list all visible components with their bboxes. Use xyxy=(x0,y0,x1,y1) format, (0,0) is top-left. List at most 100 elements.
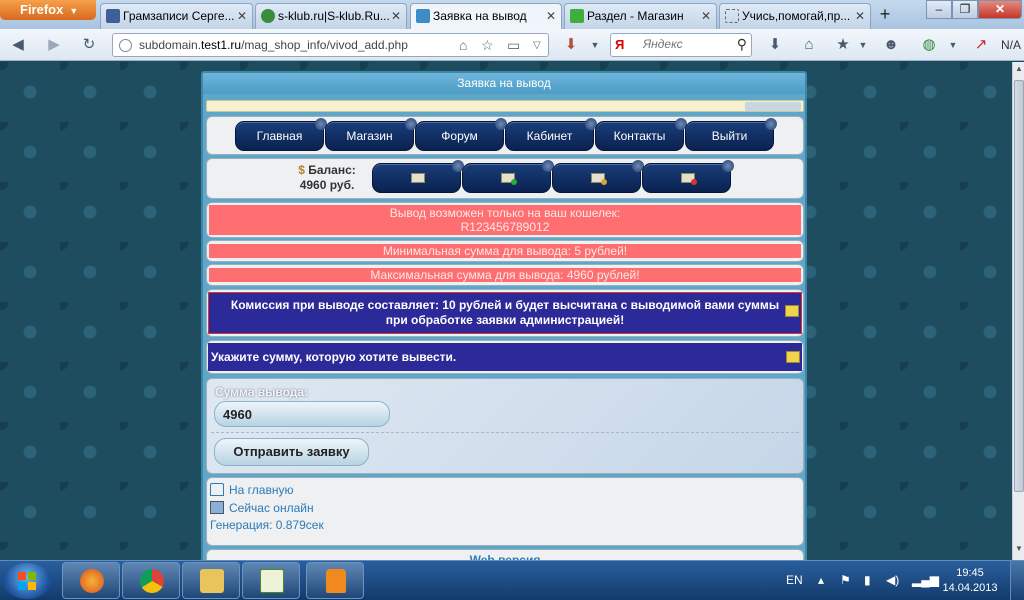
house-icon xyxy=(210,483,224,496)
addon-mask-icon[interactable]: ☻ xyxy=(880,35,902,55)
balance-value: 4960 руб. xyxy=(299,178,355,192)
home-icon[interactable]: ⌂ xyxy=(798,35,820,55)
back-button[interactable]: ◀ xyxy=(7,35,29,55)
nav-logout-button[interactable]: Выйти xyxy=(685,118,777,151)
home-link-text: На главную xyxy=(229,483,294,497)
note-icon xyxy=(786,351,800,363)
submit-request-button[interactable]: Отправить заявку xyxy=(214,438,369,466)
search-icon[interactable]: ⚲ xyxy=(737,36,747,53)
chevron-down-icon[interactable]: ▼ xyxy=(852,35,874,55)
dropdown-arrow-icon[interactable]: ▽ xyxy=(533,40,541,51)
forward-button[interactable]: ▶ xyxy=(43,35,65,55)
screen-icon[interactable]: ▭ xyxy=(507,37,520,54)
taskbar-editor[interactable] xyxy=(242,562,300,599)
download-blocker-icon[interactable]: ⬇ xyxy=(560,35,582,55)
bookmarks-icon[interactable]: ★ xyxy=(832,35,854,55)
globe-icon xyxy=(261,9,275,23)
page-icon xyxy=(106,9,120,23)
downloads-icon[interactable]: ⬇ xyxy=(764,35,786,55)
wallet-number: R123456789012 xyxy=(460,220,550,234)
start-button[interactable] xyxy=(3,563,51,599)
stats-icon[interactable]: ↗ xyxy=(970,35,992,55)
wallet-history-button[interactable] xyxy=(552,160,644,193)
ticker-button[interactable] xyxy=(745,102,801,111)
chevron-down-icon[interactable]: ▼ xyxy=(584,35,606,55)
new-tab-button[interactable]: + xyxy=(873,4,897,26)
tab-title: Заявка на вывод xyxy=(433,9,527,23)
toolbar-status-text: N/A xyxy=(1001,38,1022,52)
tab-razdel-magazin[interactable]: Раздел - Магазин ✕ xyxy=(564,3,717,29)
volume-icon[interactable]: ◀) xyxy=(886,573,899,587)
firefox-menu-label: Firefox xyxy=(20,2,64,17)
chevron-down-icon[interactable]: ▼ xyxy=(942,35,964,55)
close-icon[interactable]: ✕ xyxy=(855,4,865,28)
clock[interactable]: 19:45 14.04.2013 xyxy=(942,566,998,596)
firefox-menu-button[interactable]: Firefox ▼ xyxy=(0,0,96,20)
tab-s-klub[interactable]: s-klub.ru|S-klub.Ru... ✕ xyxy=(255,3,407,29)
search-box[interactable]: Я ⚲ xyxy=(610,33,752,57)
cart-icon xyxy=(416,9,430,23)
chevron-down-icon: ▼ xyxy=(69,6,79,16)
web-version-link[interactable]: Web версия xyxy=(206,549,804,560)
tab-title: Грамзаписи Серге... xyxy=(123,9,235,23)
scrollbar-thumb[interactable] xyxy=(1014,80,1024,492)
max-sum-text: Максимальная сумма для вывода: 4960 рубл… xyxy=(209,268,801,282)
close-icon[interactable]: ✕ xyxy=(546,4,556,28)
nav-contacts-button[interactable]: Контакты xyxy=(595,118,687,151)
nav-shop-button[interactable]: Магазин xyxy=(325,118,417,151)
flag-icon[interactable]: ⚑ xyxy=(840,573,851,587)
nav-home-button[interactable]: Главная xyxy=(235,118,327,151)
online-link[interactable]: Сейчас онлайн xyxy=(210,501,314,515)
search-input[interactable] xyxy=(643,37,731,51)
wallet-notice: Вывод возможен только на ваш кошелек: R1… xyxy=(206,202,804,238)
page-viewport: Заявка на вывод Главная Магазин Форум Ка… xyxy=(0,62,1012,560)
nav-forum-button[interactable]: Форум xyxy=(415,118,507,151)
globe-icon[interactable]: ◍ xyxy=(918,35,940,55)
show-desktop-button[interactable] xyxy=(1010,561,1024,600)
sum-input[interactable] xyxy=(214,401,390,427)
vlc-icon xyxy=(326,569,346,593)
taskbar-vlc[interactable] xyxy=(306,562,364,599)
max-sum-notice: Максимальная сумма для вывода: 4960 рубл… xyxy=(206,264,804,286)
wallet-withdraw-button[interactable] xyxy=(642,160,734,193)
wallet-button[interactable] xyxy=(372,160,464,193)
wallet-icon xyxy=(411,173,425,183)
home-link[interactable]: На главную xyxy=(210,483,293,497)
firefox-icon xyxy=(80,569,104,593)
bookmark-star-icon[interactable]: ☆ xyxy=(481,37,494,54)
show-hidden-icons-icon[interactable]: ▴ xyxy=(818,573,824,587)
close-icon[interactable]: ✕ xyxy=(237,4,247,28)
network-icon[interactable]: ▂▄▆ xyxy=(912,573,939,587)
news-ticker xyxy=(206,100,804,112)
nav-cabinet-button[interactable]: Кабинет xyxy=(505,118,597,151)
wallet-add-button[interactable] xyxy=(462,160,554,193)
wallet-notice-bar: Вывод возможен только на ваш кошелек: R1… xyxy=(209,205,801,235)
vertical-scrollbar[interactable]: ▲ ▼ xyxy=(1012,62,1024,560)
window-close-button[interactable]: ✕ xyxy=(978,0,1022,19)
withdraw-form: Сумма вывода: Отправить заявку xyxy=(206,378,804,474)
minimize-button[interactable]: – xyxy=(926,0,952,19)
tab-gramzapisi[interactable]: Грамзаписи Серге... ✕ xyxy=(100,3,253,29)
folder-icon xyxy=(200,569,224,593)
reload-button[interactable]: ↻ xyxy=(78,35,100,55)
balance-info: $ Баланс: 4960 руб. xyxy=(285,163,369,193)
scroll-down-icon[interactable]: ▼ xyxy=(1014,544,1024,558)
tab-uchis[interactable]: Учись,помогай,пр... ✕ xyxy=(719,3,871,29)
language-indicator[interactable]: EN xyxy=(786,573,803,587)
close-icon[interactable]: ✕ xyxy=(391,4,401,28)
taskbar-chrome[interactable] xyxy=(122,562,180,599)
tab-zayavka[interactable]: Заявка на вывод ✕ xyxy=(410,3,562,30)
maximize-button[interactable]: ❐ xyxy=(952,0,978,19)
home-icon[interactable]: ⌂ xyxy=(459,37,467,53)
instruction-text: Укажите сумму, которую хотите вывести. xyxy=(211,350,457,364)
divider xyxy=(211,432,799,433)
commission-notice: Комиссия при выводе составляет: 10 рубле… xyxy=(206,289,804,337)
wallet-withdraw-icon xyxy=(681,173,697,185)
scroll-up-icon[interactable]: ▲ xyxy=(1014,64,1024,78)
site-identity-icon[interactable] xyxy=(119,39,132,52)
address-bar[interactable]: subdomain.test1.ru/mag_shop_info/vivod_a… xyxy=(112,33,549,57)
battery-icon[interactable]: ▮ xyxy=(864,573,871,587)
taskbar-firefox[interactable] xyxy=(62,562,120,599)
taskbar-explorer[interactable] xyxy=(182,562,240,599)
close-icon[interactable]: ✕ xyxy=(701,4,711,28)
